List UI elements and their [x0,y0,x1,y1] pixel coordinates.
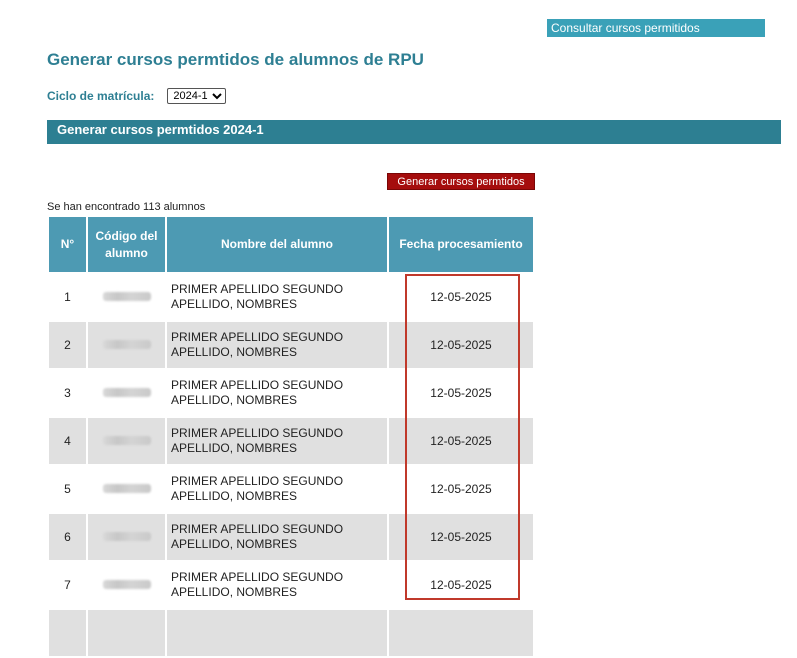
section-header: Generar cursos permtidos 2024-1 [47,120,781,144]
column-header-name: Nombre del alumno [167,217,387,272]
student-name: PRIMER APELLIDO SEGUNDO APELLIDO, NOMBRE… [167,514,387,560]
processing-date: 12-05-2025 [389,370,533,416]
row-number: 3 [49,370,86,416]
student-code [88,322,165,368]
table-row: 2 PRIMER APELLIDO SEGUNDO APELLIDO, NOMB… [49,322,533,368]
student-name: PRIMER APELLIDO SEGUNDO APELLIDO, NOMBRE… [167,466,387,512]
student-name: PRIMER APELLIDO SEGUNDO APELLIDO, NOMBRE… [167,418,387,464]
results-count: Se han encontrado 113 alumnos [47,201,206,213]
row-number: 4 [49,418,86,464]
student-code [88,514,165,560]
page-title: Generar cursos permtidos de alumnos de R… [47,50,424,69]
row-number: 1 [49,274,86,320]
table-row: 6 PRIMER APELLIDO SEGUNDO APELLIDO, NOMB… [49,514,533,560]
table-row: 3 PRIMER APELLIDO SEGUNDO APELLIDO, NOMB… [49,370,533,416]
row-number: 7 [49,562,86,608]
redacted-code [102,291,151,301]
student-code [88,562,165,608]
redacted-code [102,579,151,589]
student-name: PRIMER APELLIDO SEGUNDO APELLIDO, NOMBRE… [167,322,387,368]
redacted-code [102,483,151,493]
table-row: 5 PRIMER APELLIDO SEGUNDO APELLIDO, NOMB… [49,466,533,512]
redacted-code [102,531,151,541]
row-number [49,610,86,656]
student-code [88,466,165,512]
student-code [88,418,165,464]
table-row: 1 PRIMER APELLIDO SEGUNDO APELLIDO, NOMB… [49,274,533,320]
redacted-code [102,435,151,445]
generate-button[interactable]: Generar cursos permtidos [387,173,535,190]
processing-date: 12-05-2025 [389,562,533,608]
column-header-code: Código del alumno [88,217,165,272]
cycle-filter: Ciclo de matrícula: 2024-1 [47,88,227,104]
redacted-code [102,387,151,397]
processing-date: 12-05-2025 [389,418,533,464]
processing-date: 12-05-2025 [389,274,533,320]
table-header-row: N° Código del alumno Nombre del alumno F… [49,217,533,272]
column-header-num: N° [49,217,86,272]
cycle-select[interactable]: 2024-1 [167,88,227,104]
students-table: N° Código del alumno Nombre del alumno F… [47,215,535,658]
row-number: 2 [49,322,86,368]
student-name: PRIMER APELLIDO SEGUNDO APELLIDO, NOMBRE… [167,370,387,416]
table-row: 4 PRIMER APELLIDO SEGUNDO APELLIDO, NOMB… [49,418,533,464]
student-code [88,274,165,320]
student-code [88,610,165,656]
row-number: 5 [49,466,86,512]
processing-date: 12-05-2025 [389,514,533,560]
student-name [167,610,387,656]
student-name: PRIMER APELLIDO SEGUNDO APELLIDO, NOMBRE… [167,562,387,608]
cycle-label: Ciclo de matrícula: [47,89,155,103]
processing-date: 12-05-2025 [389,466,533,512]
redacted-code [102,339,151,349]
processing-date [389,610,533,656]
table-row [49,610,533,656]
student-code [88,370,165,416]
student-name: PRIMER APELLIDO SEGUNDO APELLIDO, NOMBRE… [167,274,387,320]
column-header-date: Fecha procesamiento [389,217,533,272]
processing-date: 12-05-2025 [389,322,533,368]
consultar-cursos-link[interactable]: Consultar cursos permitidos [547,19,765,37]
table-row: 7 PRIMER APELLIDO SEGUNDO APELLIDO, NOMB… [49,562,533,608]
row-number: 6 [49,514,86,560]
